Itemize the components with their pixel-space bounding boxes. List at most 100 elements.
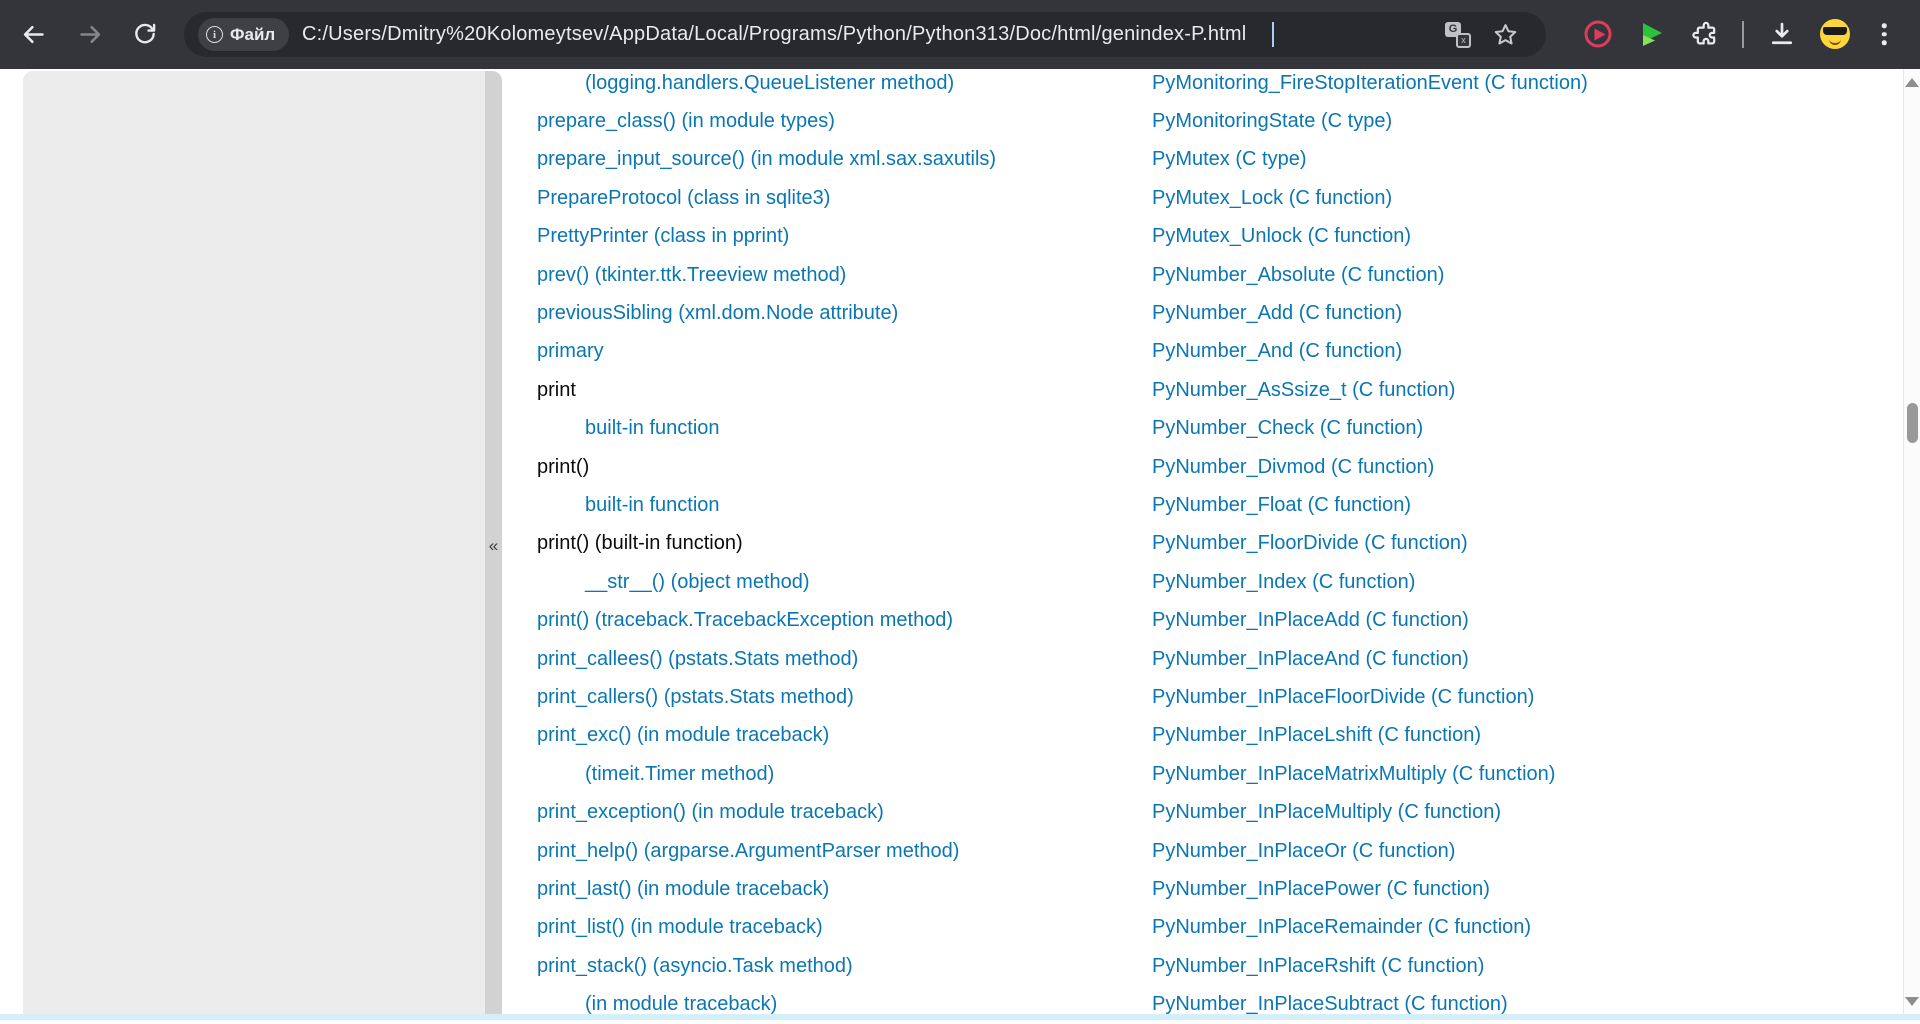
- index-entry-row: PyNumber_InPlaceAnd (C function): [1152, 640, 1588, 678]
- index-entry-link[interactable]: print_exc() (in module traceback): [537, 724, 829, 747]
- index-entry-link[interactable]: PyMonitoringState (C type): [1152, 110, 1392, 133]
- translate-icon: G x: [1445, 22, 1471, 48]
- index-entry-link[interactable]: PyNumber_Absolute (C function): [1152, 264, 1444, 287]
- translate-button[interactable]: G x: [1444, 21, 1472, 49]
- index-column-right: PyMonitoring_FireStopIterationEvent (C f…: [1152, 64, 1588, 1024]
- index-entry-link[interactable]: PyNumber_InPlaceLshift (C function): [1152, 724, 1481, 747]
- index-entry-link[interactable]: PyMonitoring_FireStopIterationEvent (C f…: [1152, 72, 1588, 95]
- index-entry-link[interactable]: print_exception() (in module traceback): [537, 801, 884, 824]
- scrollbar-thumb[interactable]: [1907, 403, 1918, 443]
- index-entry-link[interactable]: PyNumber_InPlaceMultiply (C function): [1152, 801, 1501, 824]
- index-entry-link[interactable]: print_help() (argparse.ArgumentParser me…: [537, 840, 959, 863]
- index-entry-row: PyMutex (C type): [1152, 141, 1588, 179]
- index-entry-link[interactable]: PyNumber_InPlaceOr (C function): [1152, 840, 1455, 863]
- index-entry-link[interactable]: built-in function: [585, 494, 720, 517]
- url-text[interactable]: C:/Users/Dmitry%20Kolomeytsev/AppData/Lo…: [302, 12, 1246, 57]
- index-entry-link[interactable]: print_last() (in module traceback): [537, 878, 829, 901]
- extension-red-play-button[interactable]: [1585, 21, 1612, 48]
- bottom-edge-strip: [0, 1014, 1920, 1020]
- index-entry-link[interactable]: print() (traceback.TracebackException me…: [537, 609, 953, 632]
- index-entry-row: PyNumber_InPlaceOr (C function): [1152, 832, 1588, 870]
- index-entry-row: print() (traceback.TracebackException me…: [537, 601, 996, 639]
- index-entry-link[interactable]: PyNumber_Index (C function): [1152, 571, 1415, 594]
- index-entry-link[interactable]: PyMutex (C type): [1152, 148, 1306, 171]
- back-arrow-icon: [20, 21, 47, 48]
- index-entry-row: PyNumber_AsSsize_t (C function): [1152, 371, 1588, 409]
- profile-avatar-button[interactable]: [1820, 19, 1850, 49]
- index-entry-row: primary: [537, 333, 996, 371]
- vertical-scrollbar[interactable]: [1903, 69, 1920, 1020]
- index-entry-link[interactable]: PyNumber_FloorDivide (C function): [1152, 532, 1468, 555]
- index-entry-link[interactable]: PyNumber_InPlaceFloorDivide (C function): [1152, 686, 1534, 709]
- index-entry-link[interactable]: (in module traceback): [585, 993, 777, 1016]
- index-entry-link[interactable]: PyNumber_Divmod (C function): [1152, 456, 1434, 479]
- index-entry-row: PyNumber_Check (C function): [1152, 410, 1588, 448]
- scrollbar-up-arrow[interactable]: [1905, 78, 1919, 87]
- reload-button[interactable]: [123, 12, 167, 56]
- back-button[interactable]: [11, 12, 55, 56]
- index-entry-row: previousSibling (xml.dom.Node attribute): [537, 294, 996, 332]
- index-entry-row: PyNumber_InPlaceMatrixMultiply (C functi…: [1152, 755, 1588, 793]
- index-entry-link[interactable]: PyNumber_And (C function): [1152, 340, 1402, 363]
- index-entry-link[interactable]: prepare_class() (in module types): [537, 110, 835, 133]
- index-entry-row: (timeit.Timer method): [537, 755, 996, 793]
- index-entry-link[interactable]: previousSibling (xml.dom.Node attribute): [537, 302, 898, 325]
- index-entry-row: print_stack() (asyncio.Task method): [537, 947, 996, 985]
- index-entry-link[interactable]: PrettyPrinter (class in pprint): [537, 225, 789, 248]
- extensions-menu-button[interactable]: [1692, 20, 1720, 48]
- index-entry-link[interactable]: PyNumber_InPlaceAnd (C function): [1152, 648, 1469, 671]
- toolbar-divider: [1742, 21, 1744, 48]
- site-info-chip[interactable]: i Файл: [198, 18, 289, 51]
- index-entry-row: prepare_class() (in module types): [537, 102, 996, 140]
- index-entry-link[interactable]: (logging.handlers.QueueListener method): [585, 72, 954, 95]
- index-column-left: (logging.handlers.QueueListener method) p…: [537, 64, 996, 1024]
- index-entry-link[interactable]: PyNumber_InPlaceRemainder (C function): [1152, 916, 1531, 939]
- index-entry-link[interactable]: __str__() (object method): [585, 571, 810, 594]
- index-entry-link[interactable]: (timeit.Timer method): [585, 763, 774, 786]
- index-entry-link[interactable]: primary: [537, 340, 604, 363]
- index-entry-link[interactable]: prev() (tkinter.ttk.Treeview method): [537, 264, 846, 287]
- index-entry-row: print_callers() (pstats.Stats method): [537, 678, 996, 716]
- index-entry-link[interactable]: built-in function: [585, 417, 720, 440]
- index-entry-link[interactable]: PyNumber_InPlaceRshift (C function): [1152, 955, 1484, 978]
- index-entry-link[interactable]: PrepareProtocol (class in sqlite3): [537, 187, 830, 210]
- index-entry-link[interactable]: PyNumber_Float (C function): [1152, 494, 1411, 517]
- forward-button[interactable]: [68, 12, 112, 56]
- index-entry-link[interactable]: print_callers() (pstats.Stats method): [537, 686, 854, 709]
- download-icon: [1768, 20, 1796, 48]
- index-entry-row: PyNumber_And (C function): [1152, 333, 1588, 371]
- index-entry-row: print_exception() (in module traceback): [537, 793, 996, 831]
- index-entry-row: PyMonitoringState (C type): [1152, 102, 1588, 140]
- index-entry-link[interactable]: PyMutex_Unlock (C function): [1152, 225, 1411, 248]
- index-entry-link[interactable]: prepare_input_source() (in module xml.sa…: [537, 148, 996, 171]
- index-entry-row: PyNumber_InPlaceRemainder (C function): [1152, 909, 1588, 947]
- index-entry-row: print_list() (in module traceback): [537, 909, 996, 947]
- index-entry-row: print_help() (argparse.ArgumentParser me…: [537, 832, 996, 870]
- index-entry-link[interactable]: PyNumber_InPlaceAdd (C function): [1152, 609, 1469, 632]
- index-entry-row: PyMutex_Unlock (C function): [1152, 218, 1588, 256]
- index-entry-link[interactable]: PyNumber_Check (C function): [1152, 417, 1423, 440]
- index-entry-link[interactable]: PyNumber_InPlaceMatrixMultiply (C functi…: [1152, 763, 1555, 786]
- index-entry-link[interactable]: print_list() (in module traceback): [537, 916, 823, 939]
- address-bar[interactable]: i Файл C:/Users/Dmitry%20Kolomeytsev/App…: [184, 12, 1546, 57]
- index-entry-row: PyNumber_Absolute (C function): [1152, 256, 1588, 294]
- downloads-button[interactable]: [1768, 20, 1796, 48]
- sidebar-collapse-handle[interactable]: «: [485, 71, 502, 1020]
- index-entry-row: PyNumber_InPlaceRshift (C function): [1152, 947, 1588, 985]
- sunglasses-avatar-icon: [1820, 19, 1850, 49]
- index-entry-link[interactable]: PyNumber_InPlacePower (C function): [1152, 878, 1490, 901]
- bookmark-button[interactable]: [1491, 21, 1519, 49]
- index-entry-link[interactable]: PyNumber_Add (C function): [1152, 302, 1402, 325]
- index-entry-link[interactable]: print_stack() (asyncio.Task method): [537, 955, 853, 978]
- extension-green-play-button[interactable]: [1638, 20, 1666, 48]
- scrollbar-down-arrow[interactable]: [1905, 997, 1919, 1006]
- index-entry-row: prepare_input_source() (in module xml.sa…: [537, 141, 996, 179]
- index-entry-link[interactable]: print_callees() (pstats.Stats method): [537, 648, 858, 671]
- star-icon: [1492, 21, 1519, 48]
- index-entry-link[interactable]: PyMutex_Lock (C function): [1152, 187, 1392, 210]
- index-entry-link[interactable]: PyNumber_InPlaceSubtract (C function): [1152, 993, 1508, 1016]
- index-entry-row: PyNumber_FloorDivide (C function): [1152, 525, 1588, 563]
- index-entry-row: PyNumber_Float (C function): [1152, 486, 1588, 524]
- browser-menu-button[interactable]: [1882, 23, 1887, 45]
- index-entry-link[interactable]: PyNumber_AsSsize_t (C function): [1152, 379, 1455, 402]
